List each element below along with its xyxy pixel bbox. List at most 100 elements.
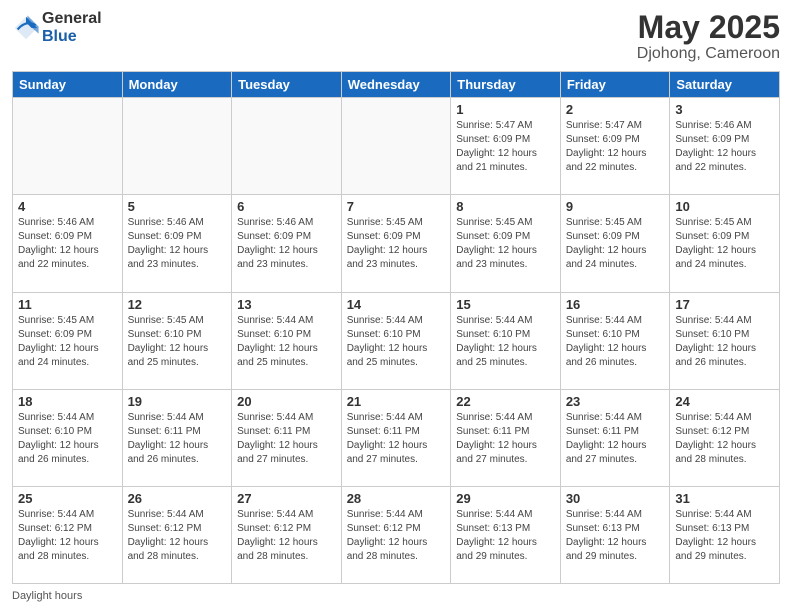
calendar-cell: 8 Sunrise: 5:45 AM Sunset: 6:09 PM Daylig…: [451, 195, 561, 292]
calendar-cell: [232, 98, 342, 195]
calendar-cell: 18 Sunrise: 5:44 AM Sunset: 6:10 PM Dayli…: [13, 389, 123, 486]
day-number: 4: [18, 199, 117, 214]
calendar-table: SundayMondayTuesdayWednesdayThursdayFrid…: [12, 71, 780, 584]
logo-general: General: [42, 10, 102, 28]
day-info: Sunrise: 5:44 AM Sunset: 6:12 PM Dayligh…: [128, 508, 227, 564]
day-info: Sunrise: 5:44 AM Sunset: 6:12 PM Dayligh…: [18, 508, 117, 564]
calendar-body: 1 Sunrise: 5:47 AM Sunset: 6:09 PM Daylig…: [13, 98, 780, 584]
calendar-week-row: 11 Sunrise: 5:45 AM Sunset: 6:09 PM Dayli…: [13, 292, 780, 389]
day-info: Sunrise: 5:44 AM Sunset: 6:12 PM Dayligh…: [675, 411, 774, 467]
day-number: 26: [128, 491, 227, 506]
calendar-cell: 24 Sunrise: 5:44 AM Sunset: 6:12 PM Dayli…: [670, 389, 780, 486]
calendar-week-row: 1 Sunrise: 5:47 AM Sunset: 6:09 PM Daylig…: [13, 98, 780, 195]
day-number: 9: [566, 199, 665, 214]
day-info: Sunrise: 5:45 AM Sunset: 6:09 PM Dayligh…: [675, 216, 774, 272]
calendar-cell: 5Sunrise: 5:46 AM Sunset: 6:09 PM Daylig…: [122, 195, 232, 292]
calendar-cell: 23 Sunrise: 5:44 AM Sunset: 6:11 PM Dayli…: [560, 389, 670, 486]
day-info: Sunrise: 5:45 AM Sunset: 6:09 PM Dayligh…: [347, 216, 446, 272]
day-info: Sunrise: 5:45 AM Sunset: 6:09 PM Dayligh…: [566, 216, 665, 272]
header: General Blue May 2025 Djohong, Cameroon: [12, 10, 780, 63]
day-info: Sunrise: 5:44 AM Sunset: 6:10 PM Dayligh…: [237, 314, 336, 370]
day-info: Sunrise: 5:46 AM Sunset: 6:09 PM Dayligh…: [128, 216, 227, 272]
day-number: 25: [18, 491, 117, 506]
day-number: 2: [566, 102, 665, 117]
footer: Daylight hours: [12, 590, 780, 602]
day-number: 8: [456, 199, 555, 214]
day-of-week-header: Wednesday: [341, 72, 451, 98]
day-number: 1: [456, 102, 555, 117]
calendar-cell: 13Sunrise: 5:44 AM Sunset: 6:10 PM Dayli…: [232, 292, 342, 389]
day-number: 10: [675, 199, 774, 214]
day-info: Sunrise: 5:44 AM Sunset: 6:10 PM Dayligh…: [18, 411, 117, 467]
day-number: 28: [347, 491, 446, 506]
day-info: Sunrise: 5:47 AM Sunset: 6:09 PM Dayligh…: [456, 119, 555, 175]
day-info: Sunrise: 5:44 AM Sunset: 6:11 PM Dayligh…: [456, 411, 555, 467]
calendar-title: May 2025: [637, 10, 780, 45]
calendar-cell: 19 Sunrise: 5:44 AM Sunset: 6:11 PM Dayli…: [122, 389, 232, 486]
calendar-cell: 16Sunrise: 5:44 AM Sunset: 6:10 PM Dayli…: [560, 292, 670, 389]
day-number: 19: [128, 394, 227, 409]
title-block: May 2025 Djohong, Cameroon: [637, 10, 780, 63]
calendar-cell: 4 Sunrise: 5:46 AM Sunset: 6:09 PM Daylig…: [13, 195, 123, 292]
calendar-cell: 3 Sunrise: 5:46 AM Sunset: 6:09 PM Daylig…: [670, 98, 780, 195]
day-number: 29: [456, 491, 555, 506]
day-number: 3: [675, 102, 774, 117]
day-number: 11: [18, 297, 117, 312]
day-of-week-header: Thursday: [451, 72, 561, 98]
day-number: 14: [347, 297, 446, 312]
calendar-cell: 25 Sunrise: 5:44 AM Sunset: 6:12 PM Dayli…: [13, 486, 123, 583]
day-info: Sunrise: 5:44 AM Sunset: 6:12 PM Dayligh…: [237, 508, 336, 564]
day-number: 31: [675, 491, 774, 506]
calendar-week-row: 18 Sunrise: 5:44 AM Sunset: 6:10 PM Dayli…: [13, 389, 780, 486]
day-info: Sunrise: 5:46 AM Sunset: 6:09 PM Dayligh…: [675, 119, 774, 175]
day-info: Sunrise: 5:47 AM Sunset: 6:09 PM Dayligh…: [566, 119, 665, 175]
calendar-week-row: 25 Sunrise: 5:44 AM Sunset: 6:12 PM Dayli…: [13, 486, 780, 583]
calendar-cell: 26 Sunrise: 5:44 AM Sunset: 6:12 PM Dayli…: [122, 486, 232, 583]
footer-text: Daylight hours: [12, 590, 82, 602]
day-info: Sunrise: 5:44 AM Sunset: 6:13 PM Dayligh…: [456, 508, 555, 564]
day-number: 7: [347, 199, 446, 214]
calendar-cell: 29 Sunrise: 5:44 AM Sunset: 6:13 PM Dayli…: [451, 486, 561, 583]
day-number: 23: [566, 394, 665, 409]
day-of-week-header: Saturday: [670, 72, 780, 98]
calendar-cell: 10 Sunrise: 5:45 AM Sunset: 6:09 PM Dayli…: [670, 195, 780, 292]
day-info: Sunrise: 5:44 AM Sunset: 6:11 PM Dayligh…: [128, 411, 227, 467]
day-number: 18: [18, 394, 117, 409]
day-number: 24: [675, 394, 774, 409]
logo-blue: Blue: [42, 28, 102, 46]
calendar-subtitle: Djohong, Cameroon: [637, 45, 780, 63]
logo-icon: [12, 14, 40, 42]
calendar-cell: 22 Sunrise: 5:44 AM Sunset: 6:11 PM Dayli…: [451, 389, 561, 486]
calendar-cell: [13, 98, 123, 195]
day-info: Sunrise: 5:44 AM Sunset: 6:10 PM Dayligh…: [675, 314, 774, 370]
day-number: 22: [456, 394, 555, 409]
day-of-week-header: Tuesday: [232, 72, 342, 98]
day-info: Sunrise: 5:44 AM Sunset: 6:11 PM Dayligh…: [566, 411, 665, 467]
calendar-cell: 30Sunrise: 5:44 AM Sunset: 6:13 PM Dayli…: [560, 486, 670, 583]
day-number: 12: [128, 297, 227, 312]
calendar-header: SundayMondayTuesdayWednesdayThursdayFrid…: [13, 72, 780, 98]
day-number: 21: [347, 394, 446, 409]
calendar-cell: [122, 98, 232, 195]
day-info: Sunrise: 5:45 AM Sunset: 6:09 PM Dayligh…: [18, 314, 117, 370]
day-number: 30: [566, 491, 665, 506]
calendar-cell: 9 Sunrise: 5:45 AM Sunset: 6:09 PM Daylig…: [560, 195, 670, 292]
day-number: 17: [675, 297, 774, 312]
day-number: 27: [237, 491, 336, 506]
day-info: Sunrise: 5:44 AM Sunset: 6:13 PM Dayligh…: [675, 508, 774, 564]
calendar-cell: 28 Sunrise: 5:44 AM Sunset: 6:12 PM Dayli…: [341, 486, 451, 583]
logo: General Blue: [12, 10, 102, 45]
calendar-cell: 2 Sunrise: 5:47 AM Sunset: 6:09 PM Daylig…: [560, 98, 670, 195]
page: General Blue May 2025 Djohong, Cameroon …: [0, 0, 792, 612]
day-of-week-header: Monday: [122, 72, 232, 98]
calendar-cell: 7 Sunrise: 5:45 AM Sunset: 6:09 PM Daylig…: [341, 195, 451, 292]
day-info: Sunrise: 5:46 AM Sunset: 6:09 PM Dayligh…: [18, 216, 117, 272]
day-info: Sunrise: 5:44 AM Sunset: 6:10 PM Dayligh…: [566, 314, 665, 370]
day-info: Sunrise: 5:45 AM Sunset: 6:09 PM Dayligh…: [456, 216, 555, 272]
calendar-cell: 12Sunrise: 5:45 AM Sunset: 6:10 PM Dayli…: [122, 292, 232, 389]
calendar-cell: 6Sunrise: 5:46 AM Sunset: 6:09 PM Daylig…: [232, 195, 342, 292]
day-info: Sunrise: 5:44 AM Sunset: 6:10 PM Dayligh…: [347, 314, 446, 370]
calendar-cell: 20Sunrise: 5:44 AM Sunset: 6:11 PM Dayli…: [232, 389, 342, 486]
day-info: Sunrise: 5:44 AM Sunset: 6:12 PM Dayligh…: [347, 508, 446, 564]
day-info: Sunrise: 5:44 AM Sunset: 6:11 PM Dayligh…: [237, 411, 336, 467]
